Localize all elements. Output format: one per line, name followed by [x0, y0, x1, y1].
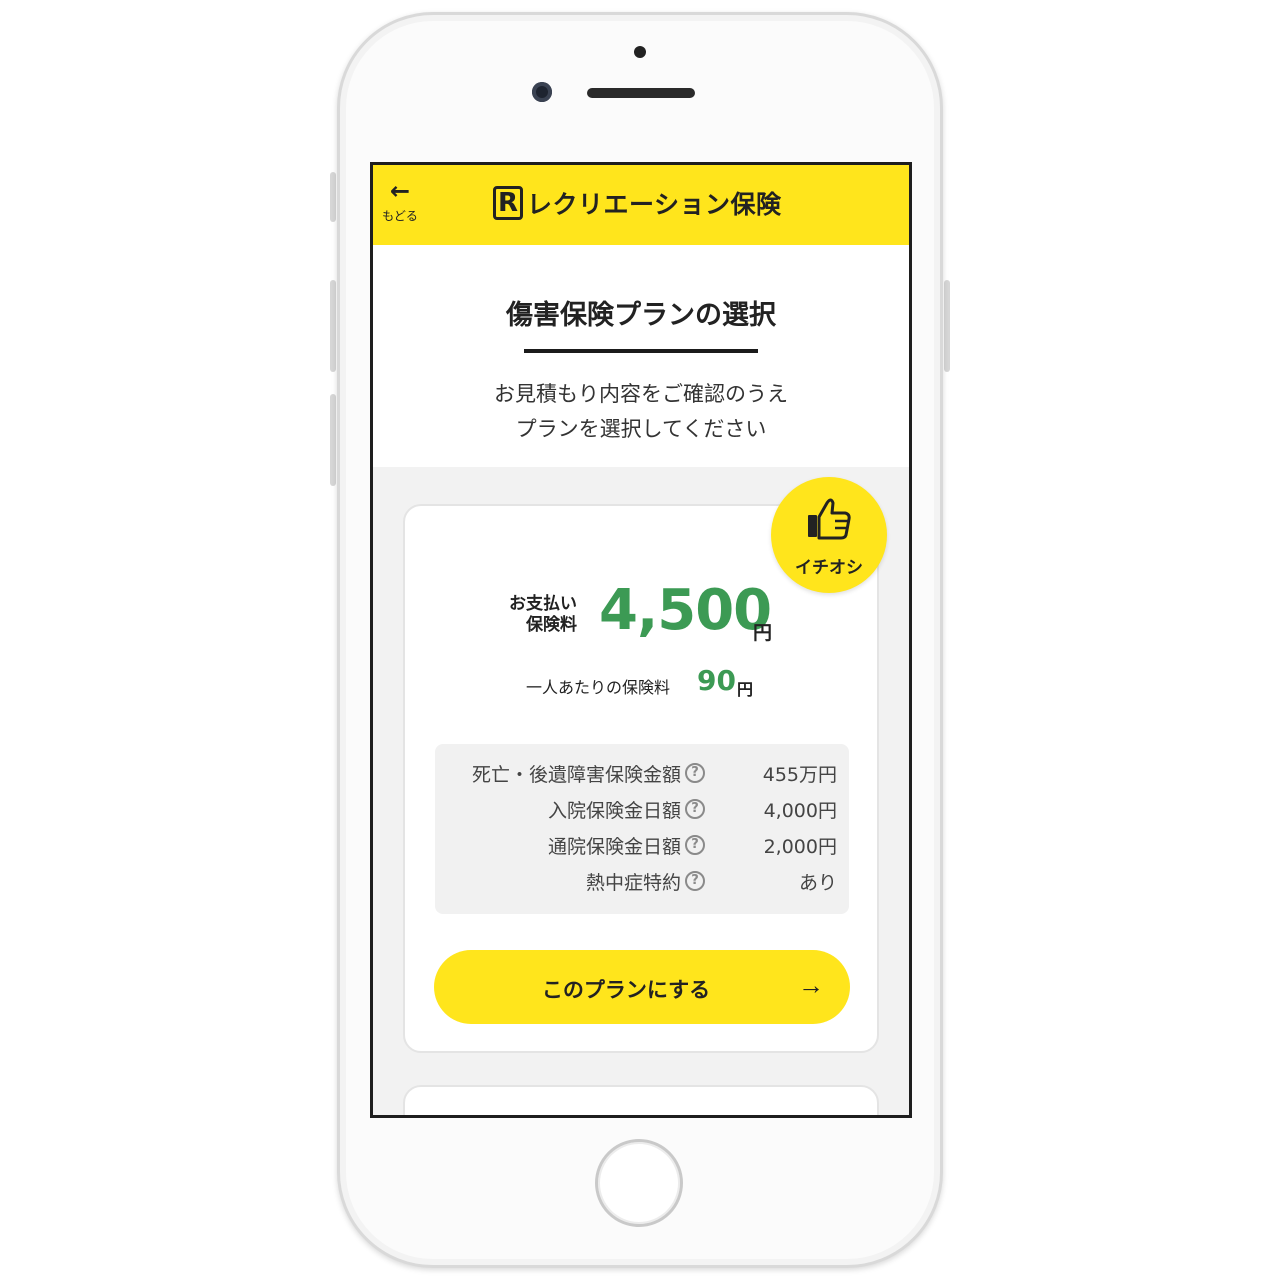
power-button [944, 280, 950, 372]
intro-section: 傷害保険プランの選択 お見積もり内容をご確認のうえ プランを選択してください [373, 245, 909, 467]
coverage-row: 入院保険金日額 ? 4,000円 [435, 796, 849, 826]
premium-label-line-1: お支払い [509, 594, 577, 614]
coverage-value: 455万円 [762, 764, 837, 786]
coverage-label: 死亡・後遺障害保険金額 [471, 764, 681, 786]
thumbs-up-icon [808, 498, 851, 540]
recommended-badge: イチオシ [771, 477, 887, 593]
premium-label: お支払い 保険料 [509, 594, 577, 636]
brand: R レクリエーション保険 [493, 185, 782, 221]
coverage-value: 2,000円 [763, 836, 837, 858]
help-icon[interactable]: ? [685, 799, 705, 819]
premium-unit: 円 [753, 622, 773, 644]
help-icon[interactable]: ? [685, 763, 705, 783]
coverage-row: 通院保険金日額 ? 2,000円 [435, 832, 849, 862]
mute-switch [330, 172, 336, 222]
coverage-value: あり [798, 872, 837, 894]
back-button[interactable]: ← もどる [376, 179, 424, 224]
select-plan-button[interactable]: このプランにする → [434, 950, 850, 1024]
coverage-label: 通院保険金日額 [547, 836, 681, 858]
volume-down-button [330, 394, 336, 486]
page-title: 傷害保険プランの選択 [506, 300, 776, 331]
earpiece-speaker [587, 88, 695, 98]
title-underline [524, 349, 758, 353]
arrow-left-icon: ← [389, 177, 411, 205]
coverage-label: 入院保険金日額 [547, 800, 681, 822]
premium-label-line-2: 保険料 [526, 615, 577, 635]
page-subtitle: お見積もり内容をご確認のうえ プランを選択してください [373, 377, 909, 447]
phone-screen: ← もどる R レクリエーション保険 傷害保険プランの選択 お見積もり内容をご確… [370, 162, 912, 1118]
per-person-unit: 円 [737, 680, 754, 699]
per-person-label: 一人あたりの保険料 [526, 678, 671, 697]
coverage-row: 死亡・後遺障害保険金額 ? 455万円 [435, 760, 849, 790]
coverage-label: 熱中症特約 [585, 872, 681, 894]
front-camera [532, 82, 552, 102]
help-icon[interactable]: ? [685, 871, 705, 891]
app-header: ← もどる R レクリエーション保険 [373, 165, 909, 245]
per-person-amount: 90 [697, 664, 736, 697]
home-button[interactable] [595, 1139, 683, 1227]
next-plan-card [403, 1085, 879, 1115]
volume-up-button [330, 280, 336, 372]
sensor-dot [634, 46, 646, 58]
coverage-value: 4,000円 [763, 800, 837, 822]
subtitle-line-1: お見積もり内容をご確認のうえ [494, 382, 788, 406]
coverage-table: 死亡・後遺障害保険金額 ? 455万円 入院保険金日額 ? 4,000円 通院保… [435, 744, 849, 914]
premium-amount: 4,500 [599, 578, 772, 643]
badge-label: イチオシ [795, 558, 863, 578]
help-icon[interactable]: ? [685, 835, 705, 855]
back-label: もどる [382, 209, 418, 223]
select-plan-label: このプランにする [541, 979, 711, 1002]
arrow-right-icon: → [798, 970, 824, 1000]
brand-name: レクリエーション保険 [527, 190, 782, 219]
brand-logo: R [493, 186, 523, 220]
coverage-row: 熱中症特約 ? あり [435, 868, 849, 898]
subtitle-line-2: プランを選択してください [515, 417, 767, 441]
